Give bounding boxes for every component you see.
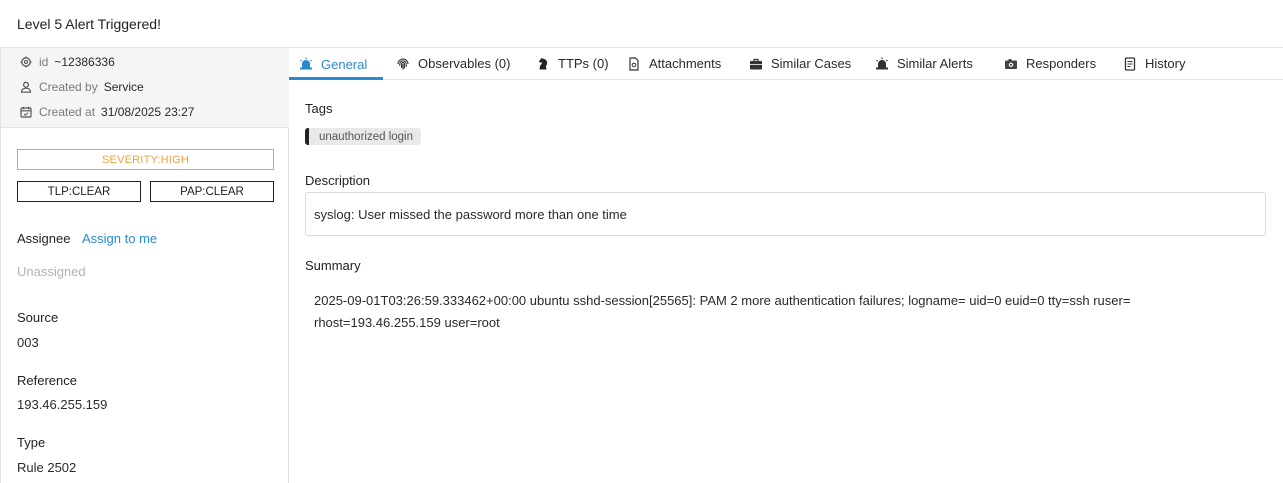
meta-id-row: id ~12386336 bbox=[20, 53, 115, 71]
summary-line-1: 2025-09-01T03:26:59.333462+00:00 ubuntu … bbox=[314, 293, 1131, 308]
source-value: 003 bbox=[17, 335, 39, 350]
source-label: Source bbox=[17, 310, 59, 325]
camera-icon bbox=[1004, 57, 1018, 71]
type-value: Rule 2502 bbox=[17, 460, 77, 475]
tab-attachments-label: Attachments bbox=[649, 56, 722, 71]
description-text: syslog: User missed the password more th… bbox=[314, 206, 627, 222]
reference-value: 193.46.255.159 bbox=[17, 397, 108, 412]
tlp-badge[interactable]: TLP:CLEAR bbox=[17, 181, 141, 202]
meta-panel: id ~12386336 Created by Service Created … bbox=[1, 48, 289, 128]
meta-id-label: id bbox=[39, 55, 49, 69]
tab-general-label: General bbox=[321, 56, 368, 72]
tab-similar-cases-label: Similar Cases bbox=[771, 56, 852, 71]
briefcase-icon bbox=[749, 57, 763, 71]
history-doc-icon bbox=[1123, 56, 1137, 71]
tab-responders[interactable]: Responders bbox=[994, 48, 1106, 79]
file-icon bbox=[627, 56, 641, 71]
chess-knight-icon bbox=[536, 57, 550, 71]
assignee-value: Unassigned bbox=[17, 264, 86, 279]
tab-bar: General Observables (0) TTPs (0) Attachm… bbox=[289, 48, 1283, 80]
tab-general[interactable]: General bbox=[289, 48, 383, 80]
tab-similar-cases[interactable]: Similar Cases bbox=[739, 48, 861, 79]
summary-label: Summary bbox=[305, 258, 361, 273]
summary-text: 2025-09-01T03:26:59.333462+00:00 ubuntu … bbox=[314, 290, 1214, 334]
meta-created-by-row: Created by Service bbox=[20, 78, 144, 96]
page-title: Level 5 Alert Triggered! bbox=[17, 16, 161, 32]
meta-created-at-value: 31/08/2025 23:27 bbox=[101, 105, 195, 119]
tab-ttps[interactable]: TTPs (0) bbox=[526, 48, 619, 79]
general-panel: Tags unauthorized login Description sysl… bbox=[289, 80, 1283, 483]
assignee-label: Assignee bbox=[17, 231, 71, 246]
alert-siren-icon bbox=[299, 57, 313, 71]
tab-similar-alerts-label: Similar Alerts bbox=[897, 56, 973, 71]
calendar-icon bbox=[20, 106, 32, 118]
tab-history-label: History bbox=[1145, 56, 1186, 71]
assign-to-me-link[interactable]: Assign to me bbox=[82, 231, 157, 246]
tab-history[interactable]: History bbox=[1113, 48, 1195, 79]
gear-icon bbox=[20, 56, 32, 68]
reference-label: Reference bbox=[17, 373, 77, 388]
description-box: syslog: User missed the password more th… bbox=[305, 192, 1266, 236]
meta-created-at-row: Created at 31/08/2025 23:27 bbox=[20, 103, 194, 121]
meta-id-value: ~12386336 bbox=[54, 55, 115, 69]
fingerprint-icon bbox=[396, 57, 410, 71]
alert-siren-icon bbox=[875, 57, 889, 71]
tags-label: Tags bbox=[305, 101, 333, 116]
meta-created-by-label: Created by bbox=[39, 80, 98, 94]
pap-badge[interactable]: PAP:CLEAR bbox=[150, 181, 274, 202]
tab-similar-alerts[interactable]: Similar Alerts bbox=[865, 48, 983, 79]
summary-line-2: rhost=193.46.255.159 user=root bbox=[314, 315, 500, 330]
meta-created-by-value: Service bbox=[103, 80, 144, 94]
tab-observables[interactable]: Observables (0) bbox=[386, 48, 520, 79]
title-bar: Level 5 Alert Triggered! bbox=[0, 0, 1283, 48]
tab-responders-label: Responders bbox=[1026, 56, 1097, 71]
meta-created-at-label: Created at bbox=[39, 105, 96, 119]
description-label: Description bbox=[305, 173, 371, 188]
user-icon bbox=[20, 81, 32, 93]
tag-chip[interactable]: unauthorized login bbox=[305, 128, 421, 145]
tab-ttps-label: TTPs (0) bbox=[558, 56, 609, 71]
tab-attachments[interactable]: Attachments bbox=[617, 48, 731, 79]
tab-observables-label: Observables (0) bbox=[418, 56, 511, 71]
severity-badge[interactable]: SEVERITY:HIGH bbox=[17, 149, 274, 170]
type-label: Type bbox=[17, 435, 46, 450]
sidebar: id ~12386336 Created by Service Created … bbox=[0, 48, 289, 483]
